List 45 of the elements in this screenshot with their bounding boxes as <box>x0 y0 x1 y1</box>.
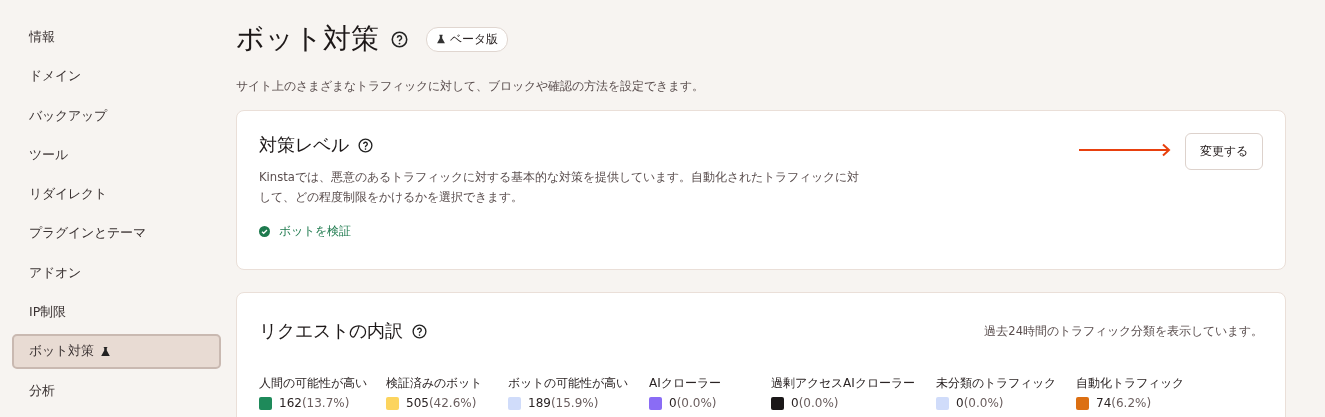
sidebar-item[interactable]: IP制限 <box>12 295 221 331</box>
sidebar-item[interactable]: 情報 <box>12 20 221 55</box>
legend-percent: (15.9%) <box>550 396 599 410</box>
legend-percent: (0.0%) <box>676 396 717 410</box>
legend-count: 162 <box>279 396 302 410</box>
legend-count: 0 <box>791 396 799 410</box>
card-title: リクエストの内訳 <box>259 319 403 343</box>
sidebar-item[interactable]: ドメイン <box>12 59 221 95</box>
legend-label: ボットの可能性が高い <box>508 375 629 392</box>
legend-percent: (13.7%) <box>301 396 350 410</box>
legend-label: AIクローラー <box>649 375 722 392</box>
legend-percent: (6.2%) <box>1111 396 1152 410</box>
legend-label: 過剰アクセスAIクローラー <box>771 375 916 392</box>
help-icon[interactable] <box>358 137 373 153</box>
legend-label: 未分類のトラフィック <box>936 375 1057 392</box>
legend-percent: (0.0%) <box>963 396 1004 410</box>
legend-count: 0 <box>669 396 677 410</box>
legend-label: 人間の可能性が高い <box>259 375 368 392</box>
page-description: サイト上のさまざまなトラフィックに対して、ブロックや確認の方法を設定できます。 <box>236 78 705 95</box>
legend-percent: (42.6%) <box>428 396 477 410</box>
legend-percent: (0.0%) <box>798 396 839 410</box>
check-circle-icon <box>259 226 270 237</box>
timeframe-note: 過去24時間のトラフィック分類を表示しています。 <box>984 323 1263 339</box>
help-icon[interactable] <box>412 323 427 339</box>
status-text: ボットを検証 <box>279 223 351 240</box>
legend-count: 0 <box>956 396 964 410</box>
card-description: Kinstaでは、悪意のあるトラフィックに対する基本的な対策を提供しています。自動化されたトラフィックに対して、どの程度制限をかけるかを選択できます。 <box>259 169 859 206</box>
sidebar-item[interactable]: ボット対策 <box>12 334 221 370</box>
page-title: ボット対策 <box>236 21 379 57</box>
beta-badge: ベータ版 <box>426 26 508 52</box>
sidebar-item[interactable]: アドオン <box>12 255 221 291</box>
sidebar-item[interactable]: リダイレクト <box>12 177 221 213</box>
card-title: 対策レベル <box>259 133 349 157</box>
sidebar-item[interactable]: ツール <box>12 137 221 173</box>
legend-count: 189 <box>528 396 551 410</box>
help-icon[interactable] <box>391 30 408 48</box>
sidebar-item[interactable]: プラグインとテーマ <box>12 216 221 252</box>
legend-label: 検証済みのボット <box>386 375 483 392</box>
sidebar-item[interactable]: 分析 <box>12 373 221 409</box>
legend-count: 505 <box>406 396 429 410</box>
sidebar-item[interactable]: バックアップ <box>12 98 221 134</box>
legend-count: 74 <box>1096 396 1112 410</box>
change-button[interactable]: 変更する <box>1185 133 1263 170</box>
legend-label: 自動化トラフィック <box>1076 375 1185 392</box>
arrow-icon <box>1079 143 1173 157</box>
